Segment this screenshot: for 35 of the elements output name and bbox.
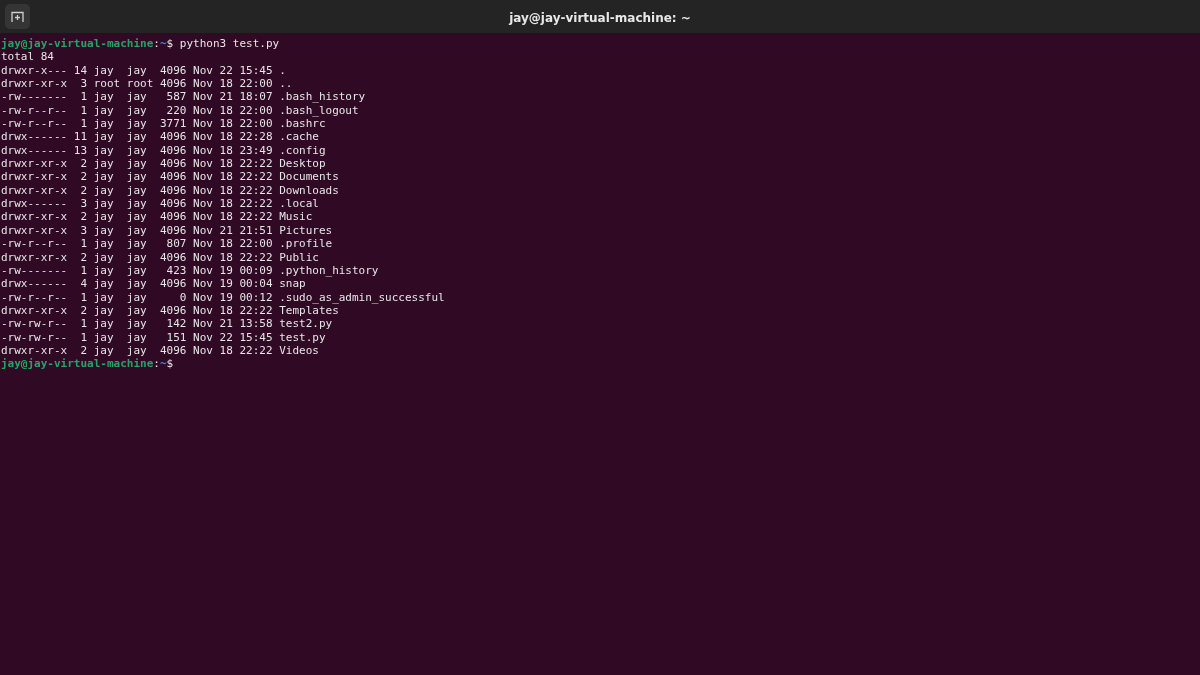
output-line: drwx------ 4 jay jay 4096 Nov 19 00:04 snap <box>1 277 306 291</box>
output-line: drwxr-xr-x 2 jay jay 4096 Nov 18 22:22 Templates <box>1 303 339 318</box>
output-line: drwx------ 11 jay jay 4096 Nov 18 22:28 .cache <box>1 130 319 144</box>
prompt-colon: : <box>153 37 160 51</box>
window-title: jay@jay-virtual-machine: ~ <box>509 11 691 25</box>
output-line: drwxr-xr-x 3 jay jay 4096 Nov 21 21:51 Pictures <box>1 223 333 238</box>
output-line: -rw-rw-r-- 1 jay jay 151 Nov 22 15:45 test.py <box>1 330 326 344</box>
prompt-colon: : <box>153 357 160 371</box>
command-text: python3 test.py <box>179 37 280 51</box>
output-line: -rw-r--r-- 1 jay jay 807 Nov 18 22:00 .profile <box>1 237 333 251</box>
output-line: -rw-r--r-- 1 jay jay 3771 Nov 18 22:00 .bashrc <box>1 117 326 131</box>
prompt-path: ~ <box>159 37 167 51</box>
prompt-user-host: jay@jay-virtual-machine <box>1 37 154 51</box>
output-line: -rw-rw-r-- 1 jay jay 142 Nov 21 13:58 test2.py <box>1 317 333 331</box>
prompt-symbol: $ <box>166 357 174 371</box>
new-tab-button[interactable] <box>5 4 30 29</box>
new-tab-icon <box>11 10 24 23</box>
output-line: drwxr-xr-x 2 jay jay 4096 Nov 18 22:22 Desktop <box>1 157 326 171</box>
output-line: drwxr-xr-x 2 jay jay 4096 Nov 18 22:22 Documents <box>1 170 339 184</box>
output-line: -rw------- 1 jay jay 423 Nov 19 00:09 .python_history <box>1 263 379 278</box>
output-line: total 84 <box>1 50 54 64</box>
prompt-symbol: $ <box>166 37 174 51</box>
prompt-path: ~ <box>159 357 167 371</box>
output-line: drwx------ 3 jay jay 4096 Nov 18 22:22 .local <box>1 197 319 211</box>
output-line: -rw------- 1 jay jay 587 Nov 21 18:07 .bash_history <box>1 90 366 104</box>
output-line: drwxr-xr-x 2 jay jay 4096 Nov 18 22:22 Music <box>1 210 313 224</box>
output-line: drwx------ 13 jay jay 4096 Nov 18 23:49 .config <box>1 143 326 158</box>
output-line: drwxr-x--- 14 jay jay 4096 Nov 22 15:45 . <box>1 63 286 78</box>
output-line: drwxr-xr-x 2 jay jay 4096 Nov 18 22:22 Videos <box>1 343 319 358</box>
output-line: drwxr-xr-x 2 jay jay 4096 Nov 18 22:22 Public <box>1 250 319 264</box>
output-line: drwxr-xr-x 2 jay jay 4096 Nov 18 22:22 Downloads <box>1 183 339 198</box>
prompt-user-host: jay@jay-virtual-machine <box>1 357 154 371</box>
output-line: -rw-r--r-- 1 jay jay 220 Nov 18 22:00 .bash_logout <box>1 103 359 118</box>
output-line: -rw-r--r-- 1 jay jay 0 Nov 19 00:12 .sudo_as_admin_successful <box>1 290 445 304</box>
output-line: drwxr-xr-x 3 root root 4096 Nov 18 22:00 .. <box>1 77 293 91</box>
